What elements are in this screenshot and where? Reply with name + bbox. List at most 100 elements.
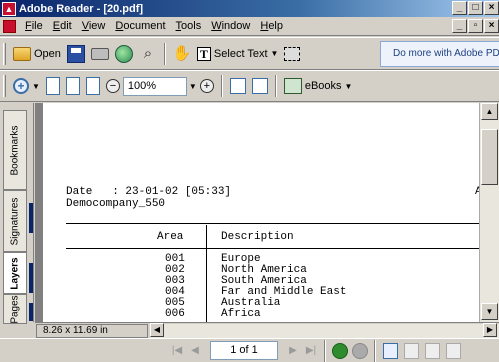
binoculars-icon: ⌕ xyxy=(143,44,153,62)
open-button[interactable]: Open xyxy=(10,42,64,66)
facing-layout-button[interactable] xyxy=(425,342,440,359)
table-header-rule xyxy=(66,248,479,249)
first-page-button[interactable]: |◀ xyxy=(168,343,186,359)
previous-view-button[interactable] xyxy=(332,342,348,359)
menu-document[interactable]: Document xyxy=(110,20,170,32)
page-navigation-bar: |◀ ◀ 1 of 1 ▶ ▶| xyxy=(0,338,499,362)
page-size-indicator: 8.26 x 11.69 in xyxy=(36,323,148,338)
zoom-value: 100% xyxy=(127,80,157,92)
ebooks-button[interactable]: eBooks ▼ xyxy=(281,74,356,98)
fit-width-icon xyxy=(85,77,100,95)
rotate-left-icon xyxy=(229,78,246,94)
document-viewport[interactable]: Date : 23-01-02 [05:33] Democompany_550 … xyxy=(35,103,479,322)
zoom-level-field[interactable]: 100% xyxy=(122,76,187,96)
tab-signatures-label: Signatures xyxy=(9,197,21,245)
view-toolbar: + ▼ − 100% ▼ + eBooks ▼ xyxy=(0,70,499,102)
signatures-marker xyxy=(29,203,33,233)
snapshot-icon xyxy=(284,46,301,61)
layers-marker xyxy=(29,263,33,293)
vertical-scroll-thumb[interactable] xyxy=(481,129,498,185)
fit-page-button[interactable] xyxy=(63,74,83,98)
select-text-button[interactable]: T Select Text ▼ xyxy=(194,42,282,66)
header-description: Description xyxy=(221,231,294,243)
zoom-in-icon: + xyxy=(199,79,214,93)
zoom-dropdown-chevron-icon[interactable]: ▼ xyxy=(189,82,197,91)
fit-width-button[interactable] xyxy=(83,74,103,98)
document-icon[interactable] xyxy=(3,19,16,33)
chevron-down-icon[interactable]: ▼ xyxy=(32,82,40,91)
toolbar-grip[interactable] xyxy=(3,75,6,97)
scroll-up-button[interactable]: ▲ xyxy=(481,103,498,120)
vertical-scrollbar[interactable]: ▲ ▼ xyxy=(479,103,499,322)
first-page-icon: |◀ xyxy=(171,345,183,356)
print-button[interactable] xyxy=(88,42,112,66)
single-page-layout-button[interactable] xyxy=(383,342,398,359)
actual-size-button[interactable] xyxy=(43,74,63,98)
menu-window-label: indow xyxy=(221,20,251,32)
snapshot-button[interactable] xyxy=(281,42,303,66)
menu-help[interactable]: Help xyxy=(255,20,288,32)
last-page-button[interactable]: ▶| xyxy=(302,343,320,359)
zoom-in-button[interactable]: + xyxy=(197,74,217,98)
zoom-out-button[interactable]: − xyxy=(103,74,123,98)
continuous-layout-button[interactable] xyxy=(404,342,419,359)
next-view-button[interactable] xyxy=(352,342,368,359)
page-number-field[interactable]: 1 of 1 xyxy=(210,341,278,360)
status-separator xyxy=(324,339,326,362)
menu-edit[interactable]: Edit xyxy=(48,20,77,32)
scroll-down-button[interactable]: ▼ xyxy=(481,303,498,320)
save-button[interactable] xyxy=(64,42,88,66)
tab-pages[interactable]: Pages xyxy=(3,294,27,324)
ebook-icon xyxy=(283,78,302,94)
tab-bookmarks[interactable]: Bookmarks xyxy=(3,110,27,190)
promo-label: Do more with Adobe PDF xyxy=(393,48,499,59)
table-column-divider xyxy=(206,225,207,322)
window-title: Adobe Reader - [20.pdf] xyxy=(19,2,144,15)
email-button[interactable] xyxy=(112,42,136,66)
doc-restore-button[interactable]: ▫ xyxy=(468,19,483,33)
page-size-value: 8.26 x 11.69 in xyxy=(43,324,108,336)
document-info-bar: 8.26 x 11.69 in ◀ ▶ xyxy=(35,322,499,338)
previous-page-button[interactable]: ◀ xyxy=(186,343,204,359)
rotate-counterclockwise-button[interactable] xyxy=(227,74,249,98)
menu-file[interactable]: File xyxy=(20,20,48,32)
toolbar-separator xyxy=(274,75,277,97)
doc-close-button[interactable]: × xyxy=(484,19,499,33)
doc-minimize-button[interactable]: _ xyxy=(452,19,467,33)
scroll-right-button[interactable]: ▶ xyxy=(483,323,497,337)
next-page-button[interactable]: ▶ xyxy=(284,343,302,359)
chevron-down-icon[interactable]: ▼ xyxy=(345,82,353,91)
tab-pages-label: Pages xyxy=(9,294,21,324)
toolbar-separator xyxy=(220,75,223,97)
menu-view-accesskey: V xyxy=(81,20,89,32)
zoom-out-icon: − xyxy=(105,79,120,93)
promo-button[interactable]: Do more with Adobe PDF xyxy=(380,41,499,67)
tab-signatures[interactable]: Signatures xyxy=(3,190,27,252)
scroll-left-button[interactable]: ◀ xyxy=(150,323,164,337)
file-toolbar: Open ⌕ ✋ T Select Text ▼ Do more with Ad… xyxy=(0,37,499,70)
pages-marker xyxy=(29,303,33,321)
menu-view[interactable]: View xyxy=(77,20,111,32)
printer-icon xyxy=(90,47,109,60)
rotate-clockwise-button[interactable] xyxy=(249,74,271,98)
search-button[interactable]: ⌕ xyxy=(136,42,160,66)
toolbar-grip[interactable] xyxy=(3,42,6,65)
menu-tools[interactable]: Tools xyxy=(171,20,207,32)
tab-layers[interactable]: Layers xyxy=(3,252,27,294)
maximize-button[interactable]: □ xyxy=(468,1,483,15)
window-controls: _ □ × xyxy=(452,1,499,15)
hand-tool-button[interactable]: ✋ xyxy=(170,42,194,66)
close-button[interactable]: × xyxy=(484,1,499,15)
fit-page-icon xyxy=(65,77,80,95)
minimize-button[interactable]: _ xyxy=(452,1,467,15)
continuous-facing-layout-button[interactable] xyxy=(446,342,461,359)
last-page-icon: ▶| xyxy=(305,345,317,356)
document-window-controls: _ ▫ × xyxy=(452,19,499,33)
zoom-tool-button[interactable]: + ▼ xyxy=(10,74,43,98)
horizontal-scrollbar[interactable]: ◀ ▶ xyxy=(150,323,499,338)
menu-bar: File Edit View Document Tools Window Hel… xyxy=(0,17,499,36)
menu-tools-label: ools xyxy=(181,20,202,32)
menu-window[interactable]: Window xyxy=(206,20,255,32)
menu-help-label: elp xyxy=(268,20,283,32)
chevron-down-icon[interactable]: ▼ xyxy=(271,49,279,58)
